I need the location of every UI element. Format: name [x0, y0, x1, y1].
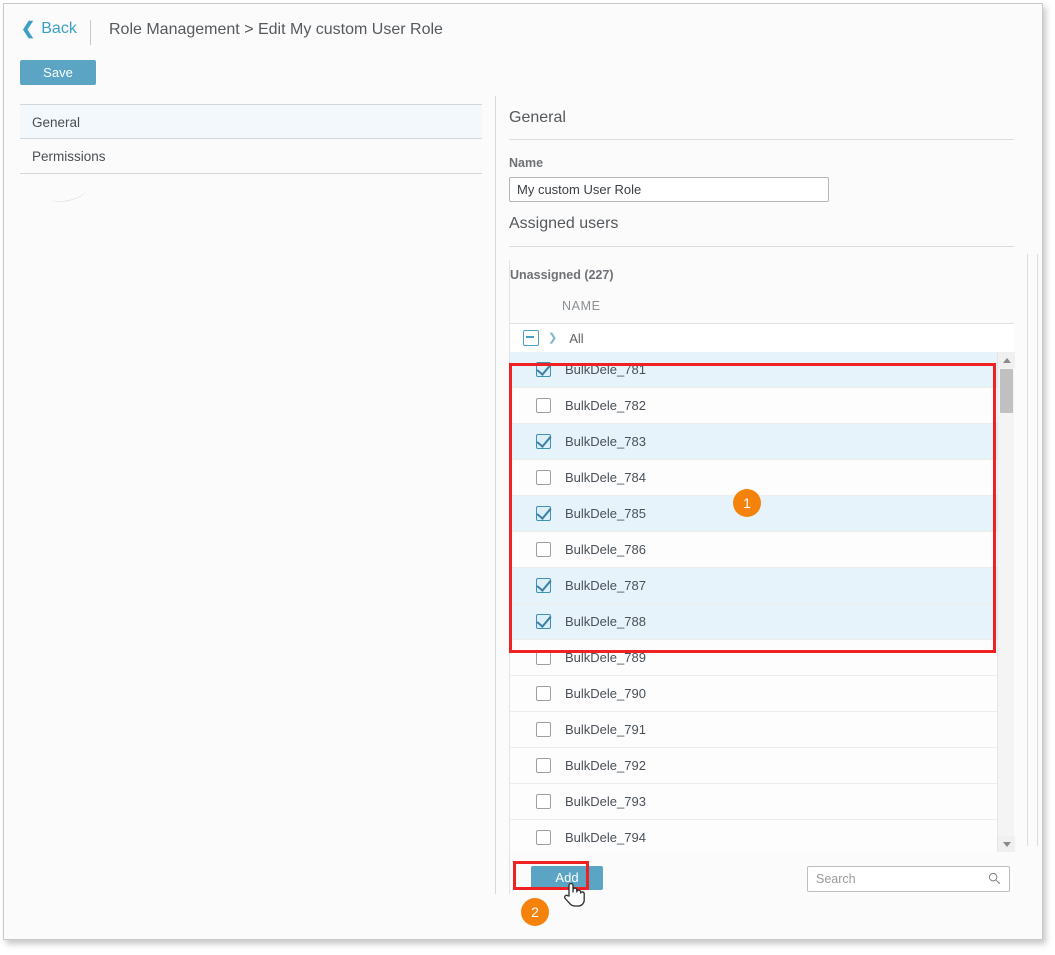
user-name-label: BulkDele_794 [565, 830, 646, 845]
user-name-label: BulkDele_789 [565, 650, 646, 665]
name-input[interactable] [509, 177, 829, 202]
app-window: ❮ Back Role Management > Edit My custom … [3, 3, 1043, 940]
name-field-label: Name [509, 156, 544, 170]
user-name-label: BulkDele_791 [565, 722, 646, 737]
scroll-up-button[interactable] [998, 352, 1015, 368]
sidebar-item-general[interactable]: General [20, 104, 482, 139]
back-label: Back [41, 20, 77, 37]
table-row[interactable]: BulkDele_792 [510, 748, 997, 784]
breadcrumb: Role Management > Edit My custom User Ro… [109, 21, 443, 38]
checkbox-unchecked-icon[interactable] [536, 542, 551, 557]
table-row[interactable]: BulkDele_783 [510, 424, 997, 460]
checkbox-unchecked-icon[interactable] [536, 686, 551, 701]
top-bar: ❮ Back Role Management > Edit My custom … [4, 4, 1042, 96]
checkbox-checked-icon[interactable] [536, 578, 551, 593]
user-list[interactable]: ❯ All BulkDele_781 BulkDele_782 BulkDele_7… [510, 324, 997, 852]
section-divider-general [509, 139, 1014, 140]
checkbox-unchecked-icon[interactable] [536, 650, 551, 665]
user-name-label: BulkDele_784 [565, 470, 646, 485]
table-row[interactable]: BulkDele_786 [510, 532, 997, 568]
back-button[interactable]: ❮ Back [21, 20, 77, 38]
user-list-container: ❯ All BulkDele_781 BulkDele_782 BulkDele_7… [510, 323, 1015, 852]
add-button[interactable]: Add [531, 866, 603, 890]
user-name-label: BulkDele_788 [565, 614, 646, 629]
user-rows: BulkDele_781 BulkDele_782 BulkDele_783 Bulk… [510, 352, 997, 852]
user-name-label: BulkDele_790 [565, 686, 646, 701]
checkbox-unchecked-icon[interactable] [536, 398, 551, 413]
scrollbar-thumb[interactable] [1000, 369, 1013, 413]
checkbox-checked-icon[interactable] [536, 434, 551, 449]
table-row[interactable]: BulkDele_788 [510, 604, 997, 640]
detail-panel: General Name Assigned users Unassigned (… [497, 96, 1042, 894]
checkbox-checked-icon[interactable] [536, 506, 551, 521]
search-icon [988, 872, 1001, 885]
select-all-label: All [569, 330, 584, 346]
save-button[interactable]: Save [20, 60, 96, 85]
section-divider-assigned [509, 246, 1014, 247]
list-scrollbar[interactable] [997, 352, 1015, 852]
user-name-label: BulkDele_781 [565, 362, 646, 377]
search-box[interactable] [807, 866, 1010, 892]
unassigned-count-label: Unassigned (227) [510, 268, 614, 282]
annotation-badge-2: 2 [521, 898, 549, 926]
table-row[interactable]: BulkDele_782 [510, 388, 997, 424]
select-all-checkbox-indeterminate-icon[interactable] [523, 330, 539, 346]
screenshot-root: ❮ Back Role Management > Edit My custom … [0, 0, 1055, 955]
select-all-row[interactable]: ❯ All [510, 324, 997, 352]
checkbox-checked-icon[interactable] [536, 362, 551, 377]
table-row[interactable]: BulkDele_794 [510, 820, 997, 852]
chevron-left-icon: ❮ [21, 18, 36, 38]
user-name-label: BulkDele_786 [565, 542, 646, 557]
triangle-down-icon [1002, 841, 1011, 847]
user-name-label: BulkDele_787 [565, 578, 646, 593]
section-title-assigned-users: Assigned users [509, 215, 619, 232]
user-name-label: BulkDele_785 [565, 506, 646, 521]
table-row[interactable]: BulkDele_787 [510, 568, 997, 604]
decorative-curve [46, 179, 90, 206]
search-input[interactable] [808, 867, 980, 891]
scroll-down-button[interactable] [998, 836, 1015, 852]
annotation-badge-1: 1 [733, 489, 761, 517]
assigned-users-listbox: Unassigned (227) NAME ❯ All BulkDele_781… [509, 260, 1015, 894]
nav-list: General Permissions [20, 104, 482, 174]
checkbox-checked-icon[interactable] [536, 614, 551, 629]
user-name-label: BulkDele_782 [565, 398, 646, 413]
header-divider [90, 20, 91, 45]
sidebar-item-permissions[interactable]: Permissions [20, 139, 482, 174]
section-title-general: General [509, 109, 566, 126]
left-nav-panel: General Permissions [4, 96, 496, 894]
chevron-down-icon[interactable]: ❯ [548, 332, 557, 344]
table-row[interactable]: BulkDele_789 [510, 640, 997, 676]
panel-scrollbar[interactable] [1027, 254, 1038, 846]
checkbox-unchecked-icon[interactable] [536, 830, 551, 845]
checkbox-unchecked-icon[interactable] [536, 722, 551, 737]
table-row[interactable]: BulkDele_790 [510, 676, 997, 712]
table-row[interactable]: BulkDele_781 [510, 352, 997, 388]
user-name-label: BulkDele_793 [565, 794, 646, 809]
triangle-up-icon [1002, 357, 1011, 363]
user-name-label: BulkDele_792 [565, 758, 646, 773]
table-row[interactable]: BulkDele_791 [510, 712, 997, 748]
checkbox-unchecked-icon[interactable] [536, 794, 551, 809]
table-row[interactable]: BulkDele_793 [510, 784, 997, 820]
column-header-name: NAME [562, 299, 601, 313]
checkbox-unchecked-icon[interactable] [536, 470, 551, 485]
user-name-label: BulkDele_783 [565, 434, 646, 449]
checkbox-unchecked-icon[interactable] [536, 758, 551, 773]
